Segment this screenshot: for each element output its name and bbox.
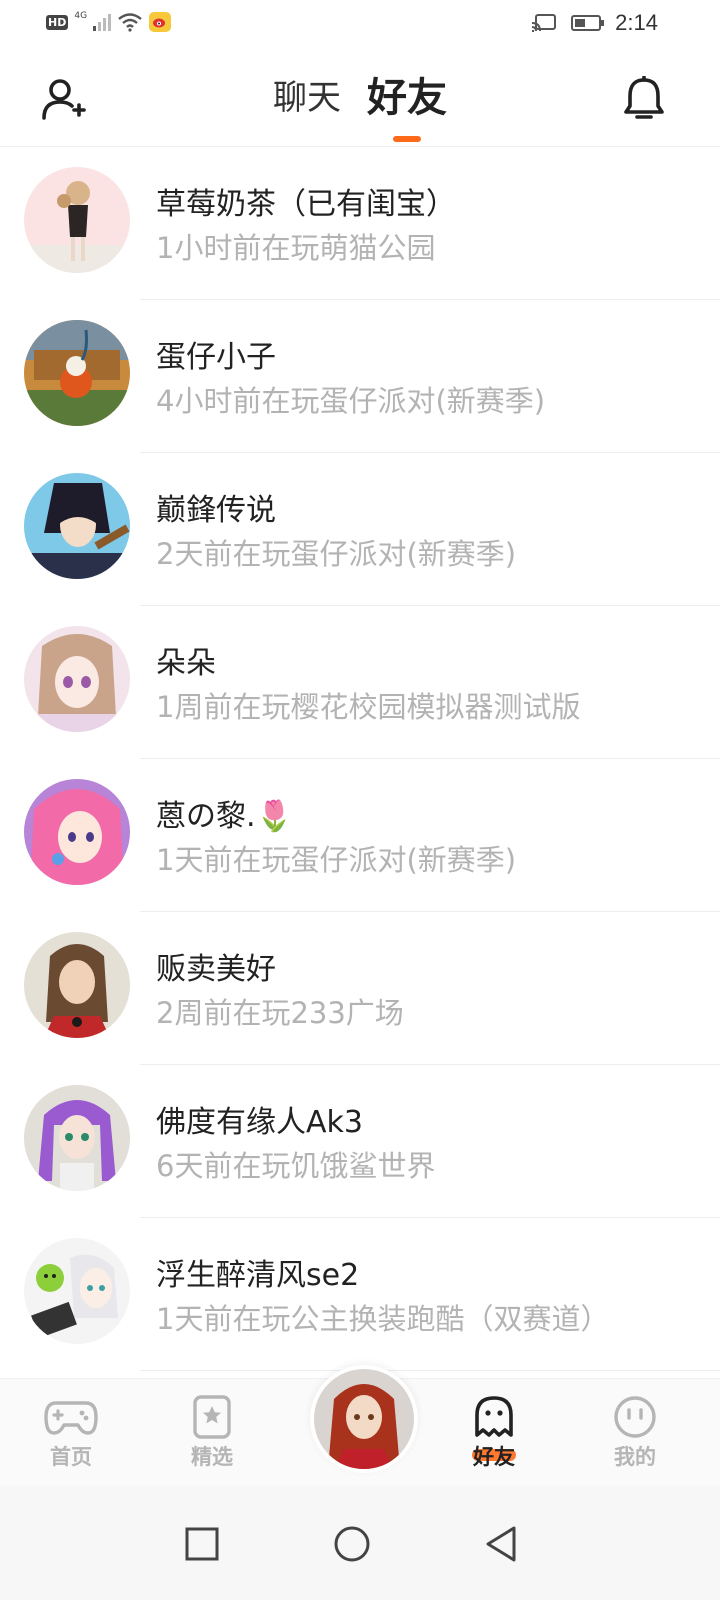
avatar [314,1369,414,1469]
status-icons-left: HD 4G [46,11,172,32]
cast-icon [532,14,557,32]
friend-name: 佛度有缘人Ak3 [156,1105,363,1140]
back-icon[interactable] [480,1522,524,1566]
friend-name: 蛋仔小子 [156,340,276,375]
avatar[interactable] [24,320,130,426]
tab-friends[interactable]: 好友 [367,72,447,142]
status-bar: HD 4G 2:14 [0,0,720,50]
friend-status: 6天前在玩饥饿鲨世界 [156,1149,436,1183]
system-nav-bar [0,1486,720,1600]
nav-label: 好友 [473,1445,515,1469]
friend-item[interactable]: 蛋仔小子 4小时前在玩蛋仔派对(新赛季) [0,300,720,453]
nav-friends[interactable]: 好友 [449,1395,539,1471]
friend-name: 蒽の黎.🌷 [156,799,293,834]
bottom-nav: 首页 精选 好友 我的 [0,1365,720,1487]
friend-status: 2天前在玩蛋仔派对(新赛季) [156,537,517,571]
tab-bar: 聊天 好友 [0,72,720,142]
tab-chat[interactable]: 聊天 [273,72,341,124]
smiley-icon [614,1396,656,1438]
header: 聊天 好友 [0,52,720,147]
signal-icon [93,13,112,31]
avatar[interactable] [24,932,130,1038]
bell-icon[interactable] [622,76,666,122]
friend-item[interactable]: 浮生醉清风se2 1天前在玩公主换装跑酷（双赛道） [0,1218,720,1371]
status-icons-right: 2:14 [531,10,658,36]
star-card-icon [193,1395,231,1439]
battery-icon [571,15,605,31]
friend-status: 2周前在玩233广场 [156,996,404,1030]
wifi-icon [118,13,142,32]
avatar[interactable] [24,626,130,732]
friend-status: 1小时前在玩萌猫公园 [156,231,436,265]
nav-label: 精选 [191,1445,233,1469]
weibo-icon [149,12,172,32]
friend-status: 4小时前在玩蛋仔派对(新赛季) [156,384,546,418]
clock: 2:14 [615,10,658,35]
avatar[interactable] [24,167,130,273]
tab-friends-label: 好友 [367,75,447,121]
friend-name: 贩卖美好 [156,952,276,987]
friend-status: 1周前在玩樱花校园模拟器测试版 [156,690,581,724]
friend-name: 巅鋒传说 [156,493,276,528]
friend-item[interactable]: 蒽の黎.🌷 1天前在玩蛋仔派对(新赛季) [0,759,720,912]
friend-list: 草莓奶茶（已有闺宝） 1小时前在玩萌猫公园 蛋仔小子 4小时前在玩蛋仔派对(新赛… [0,147,720,1377]
nav-label: 首页 [50,1445,92,1469]
gamepad-icon [44,1401,98,1435]
friend-name: 朵朵 [156,646,216,681]
nav-me[interactable]: 我的 [590,1395,680,1471]
friend-item[interactable]: 朵朵 1周前在玩樱花校园模拟器测试版 [0,606,720,759]
friend-item[interactable]: 佛度有缘人Ak3 6天前在玩饥饿鲨世界 [0,1065,720,1218]
friend-item[interactable]: 贩卖美好 2周前在玩233广场 [0,912,720,1065]
friend-item[interactable]: 草莓奶茶（已有闺宝） 1小时前在玩萌猫公园 [0,147,720,300]
divider [140,1370,720,1371]
recents-icon[interactable] [180,1522,224,1566]
friend-item[interactable]: 巅鋒传说 2天前在玩蛋仔派对(新赛季) [0,453,720,606]
battery-level [575,19,586,27]
ghost-icon [475,1396,513,1437]
active-tab-indicator [393,136,421,142]
friend-status: 1天前在玩蛋仔派对(新赛季) [156,843,517,877]
avatar[interactable] [24,473,130,579]
nav-featured[interactable]: 精选 [167,1395,257,1471]
nav-label: 我的 [614,1445,656,1469]
home-icon[interactable] [330,1522,374,1566]
friend-name: 浮生醉清风se2 [156,1258,360,1293]
network-type: 4G [74,11,88,21]
avatar[interactable] [24,779,130,885]
avatar[interactable] [24,1238,130,1344]
friend-status: 1天前在玩公主换装跑酷（双赛道） [156,1302,610,1336]
avatar[interactable] [24,1085,130,1191]
friend-name: 草莓奶茶（已有闺宝） [156,187,456,222]
nav-home[interactable]: 首页 [26,1395,116,1471]
hd-badge: HD [46,14,69,30]
profile-avatar-button[interactable] [310,1365,418,1473]
